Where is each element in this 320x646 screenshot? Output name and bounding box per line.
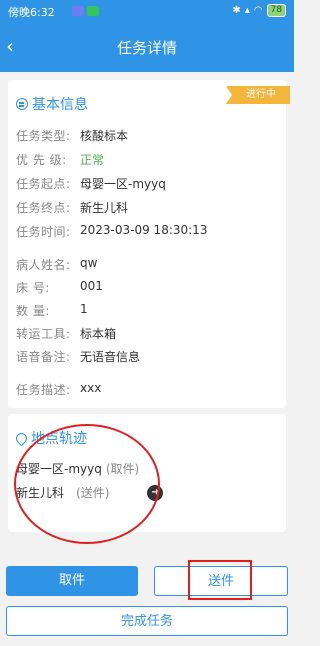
location-pin-icon <box>13 430 30 446</box>
row-value: qw <box>80 256 98 270</box>
notification-icons <box>72 6 99 16</box>
bluetooth-icon: ✱ <box>232 5 241 16</box>
row-quantity: 数 量: 1 <box>16 302 88 319</box>
row-label: 优 先 级: <box>16 153 67 167</box>
row-value: 新生儿科 <box>80 201 129 215</box>
app-notification-icon <box>72 6 84 16</box>
page-title: 任务详情 <box>116 39 177 57</box>
row-tool: 转运工具: 标本箱 <box>16 325 116 342</box>
row-value: 核酸标本 <box>80 129 129 143</box>
row-value: 001 <box>80 279 103 293</box>
row-label: 转运工具: <box>16 327 71 341</box>
basic-info-card: 进行中 基本信息 任务类型: 核酸标本 优 先 级: 正常 任务起点: 母婴一区… <box>8 80 290 408</box>
row-value: 母婴一区-myyq <box>80 177 166 191</box>
status-badge: 进行中 <box>226 86 290 104</box>
row-end: 任务终点: 新生儿科 <box>16 199 128 216</box>
row-start: 任务起点: 母婴一区-myyq <box>16 175 166 192</box>
row-label: 任务起点: <box>16 177 71 191</box>
app-header: 傍晚6:32 ✱ ▴ ◠ 78 ‹ 任务详情 <box>0 0 294 72</box>
pickup-button[interactable]: 取件 <box>6 566 138 596</box>
row-value: 2023-03-09 18:30:13 <box>80 223 208 237</box>
row-value: 标本箱 <box>80 327 117 341</box>
row-label: 任务时间: <box>16 225 71 239</box>
row-label: 任务类型: <box>16 129 71 143</box>
basic-info-title: 基本信息 <box>32 97 88 113</box>
row-description: 任务描述: xxx <box>16 381 101 398</box>
wifi-icon: ◠ <box>253 5 263 16</box>
signal-icon: ▴ <box>244 5 250 16</box>
row-value: 1 <box>80 302 88 316</box>
row-time: 任务时间: 2023-03-09 18:30:13 <box>16 223 207 240</box>
row-label: 数 量: <box>16 304 50 318</box>
basic-info-header: 基本信息 <box>16 94 88 114</box>
row-value: xxx <box>80 381 102 395</box>
status-time: 傍晚6:32 <box>8 6 55 19</box>
row-label: 语音备注: <box>16 350 71 364</box>
complete-task-button[interactable]: 完成任务 <box>6 606 288 636</box>
row-label: 床 号: <box>16 281 50 295</box>
annotation-rectangle <box>188 560 252 600</box>
row-label: 病人姓名: <box>16 258 71 272</box>
row-value: 正常 <box>80 153 105 167</box>
list-icon <box>16 98 28 110</box>
row-voice: 语音备注: 无语音信息 <box>16 348 140 365</box>
row-priority: 优 先 级: 正常 <box>16 151 104 168</box>
row-value: 无语音信息 <box>80 350 141 364</box>
status-bar: 傍晚6:32 ✱ ▴ ◠ 78 <box>8 4 286 20</box>
row-label: 任务描述: <box>16 383 71 397</box>
row-task-type: 任务类型: 核酸标本 <box>16 127 128 144</box>
row-label: 任务终点: <box>16 201 71 215</box>
status-right: ✱ ▴ ◠ 78 <box>232 4 286 17</box>
wechat-notification-icon <box>87 6 99 16</box>
annotation-ellipse <box>14 424 160 544</box>
row-patient: 病人姓名: qw <box>16 256 97 273</box>
battery-icon: 78 <box>266 4 286 17</box>
row-bed: 床 号: 001 <box>16 279 103 296</box>
